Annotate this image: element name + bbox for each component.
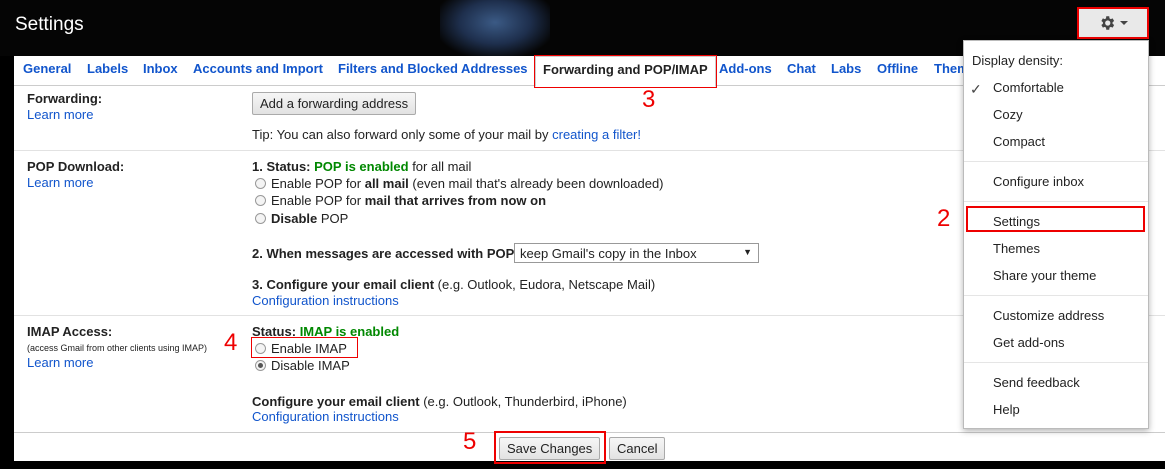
- pop-option-text: Enable POP for: [271, 176, 362, 191]
- pop-access-selected: keep Gmail's copy in the Inbox: [520, 246, 697, 261]
- menu-item-send-feedback[interactable]: Send feedback: [993, 375, 1080, 390]
- save-changes-button[interactable]: Save Changes: [499, 437, 601, 460]
- tab-general[interactable]: General: [23, 61, 71, 76]
- tab-chat[interactable]: Chat: [787, 61, 816, 76]
- menu-divider: [964, 201, 1148, 202]
- pop-configure-title: 3. Configure your email client: [252, 277, 435, 292]
- forwarding-learn-more-link[interactable]: Learn more: [27, 107, 93, 122]
- menu-item-comfortable[interactable]: Comfortable: [993, 80, 1064, 95]
- menu-item-share-theme[interactable]: Share your theme: [993, 268, 1096, 283]
- annotation-box-4: [251, 337, 358, 358]
- pop-option-from-now[interactable]: Enable POP for mail that arrives from no…: [255, 193, 546, 208]
- pop-configure: 3. Configure your email client (e.g. Out…: [252, 277, 655, 292]
- annotation-number-5: 5: [463, 428, 477, 455]
- annotation-number-2: 2: [937, 205, 951, 232]
- tab-accounts-and-import[interactable]: Accounts and Import: [193, 61, 323, 76]
- radio-button[interactable]: [255, 178, 266, 189]
- tab-offline[interactable]: Offline: [877, 61, 918, 76]
- settings-gear-button[interactable]: [1077, 7, 1149, 39]
- pop-option-disable[interactable]: Disable POP: [255, 211, 348, 226]
- imap-disable-option[interactable]: Disable IMAP: [255, 358, 350, 373]
- menu-item-cozy[interactable]: Cozy: [993, 107, 1023, 122]
- menu-item-themes[interactable]: Themes: [993, 241, 1040, 256]
- menu-item-get-addons[interactable]: Get add-ons: [993, 335, 1065, 350]
- imap-configure: Configure your email client (e.g. Outloo…: [252, 394, 627, 409]
- menu-item-settings[interactable]: Settings: [993, 214, 1040, 229]
- imap-configure-note: (e.g. Outlook, Thunderbird, iPhone): [423, 394, 627, 409]
- pop-option-note: (even mail that's already been downloade…: [412, 176, 664, 191]
- forwarding-tip: Tip: You can also forward only some of y…: [252, 127, 641, 142]
- pop-option-text: Enable POP for: [271, 193, 362, 208]
- cancel-button[interactable]: Cancel: [609, 437, 666, 460]
- pop-access-label: 2. When messages are accessed with POP: [252, 246, 515, 261]
- radio-button[interactable]: [255, 195, 266, 206]
- imap-config-instructions-link[interactable]: Configuration instructions: [252, 409, 399, 424]
- pop-learn-more-link[interactable]: Learn more: [27, 175, 93, 190]
- forwarding-tip-text: Tip: You can also forward only some of y…: [252, 127, 549, 142]
- menu-divider: [964, 161, 1148, 162]
- pop-config-instructions-link[interactable]: Configuration instructions: [252, 293, 399, 308]
- tab-filters[interactable]: Filters and Blocked Addresses: [338, 61, 528, 76]
- add-forwarding-address-button[interactable]: Add a forwarding address: [252, 92, 417, 115]
- density-title: Display density:: [972, 53, 1064, 68]
- pop-option-text: POP: [320, 211, 349, 226]
- menu-divider: [964, 362, 1148, 363]
- page-title: Settings: [15, 14, 84, 35]
- forwarding-label: Forwarding:: [27, 91, 103, 106]
- settings-dropdown-menu: Display density: ✓ Comfortable Cozy Comp…: [963, 40, 1149, 429]
- pop-status-suffix: for all mail: [412, 159, 472, 174]
- pop-status-prefix: 1. Status:: [252, 159, 311, 174]
- menu-item-configure-inbox[interactable]: Configure inbox: [993, 174, 1084, 189]
- tab-labels[interactable]: Labels: [87, 61, 128, 76]
- imap-disable-label: Disable IMAP: [271, 358, 350, 373]
- radio-button[interactable]: [255, 213, 266, 224]
- radio-button[interactable]: [255, 360, 266, 371]
- imap-access-sub: (access Gmail from other clients using I…: [27, 343, 208, 353]
- imap-access-label: IMAP Access:: [27, 324, 113, 339]
- tab-add-ons[interactable]: Add-ons: [719, 61, 772, 76]
- tab-labs[interactable]: Labs: [831, 61, 861, 76]
- menu-item-compact[interactable]: Compact: [993, 134, 1045, 149]
- pop-access-select[interactable]: keep Gmail's copy in the Inbox ▼: [514, 243, 759, 263]
- gear-icon: [1101, 16, 1115, 30]
- annotation-number-3: 3: [642, 86, 656, 113]
- pop-option-all-mail[interactable]: Enable POP for all mail (even mail that'…: [255, 176, 664, 191]
- menu-divider: [964, 295, 1148, 296]
- pop-download-label: POP Download:: [27, 159, 125, 174]
- checkmark-icon: ✓: [970, 81, 982, 97]
- annotation-number-4: 4: [224, 329, 238, 356]
- imap-learn-more-link[interactable]: Learn more: [27, 355, 93, 370]
- dropdown-arrow-icon: ▼: [743, 247, 752, 257]
- pop-option-bold: Disable: [271, 211, 318, 226]
- pop-configure-note: (e.g. Outlook, Eudora, Netscape Mail): [437, 277, 656, 292]
- create-filter-link[interactable]: creating a filter!: [552, 127, 641, 142]
- menu-item-help[interactable]: Help: [993, 402, 1020, 417]
- pop-status: 1. Status: POP is enabled for all mail: [252, 159, 471, 174]
- chevron-down-icon: [1120, 21, 1128, 25]
- tab-forwarding-pop-imap[interactable]: Forwarding and POP/IMAP: [534, 55, 717, 88]
- pop-option-bold: mail that arrives from now on: [364, 193, 547, 208]
- tab-inbox[interactable]: Inbox: [143, 61, 178, 76]
- menu-item-customize-address[interactable]: Customize address: [993, 308, 1104, 323]
- imap-configure-title: Configure your email client: [252, 394, 420, 409]
- theme-background-image: [440, 0, 550, 56]
- pop-status-value: POP is enabled: [314, 159, 409, 174]
- pop-option-bold: all mail: [364, 176, 409, 191]
